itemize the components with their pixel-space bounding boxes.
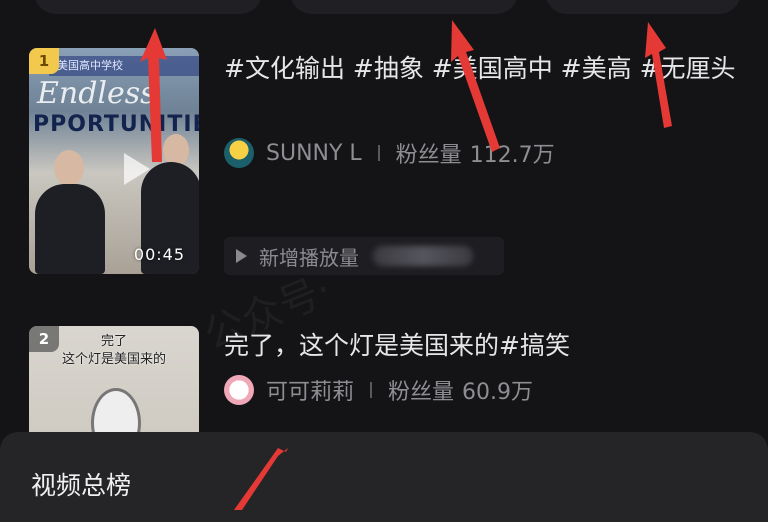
video-title[interactable]: 完了，这个灯是美国来的#搞笑 [224, 327, 744, 365]
thumb-banner: 美国高中学校 [49, 56, 199, 76]
fans-label: 粉丝量 [388, 380, 455, 405]
rank-badge: 2 [29, 326, 59, 352]
sheet-title: 视频总榜 [31, 471, 132, 500]
avatar [224, 375, 254, 405]
person-head [54, 150, 84, 186]
top-tab-pill-1[interactable] [34, 0, 262, 14]
author-row[interactable]: 可可莉莉 粉丝量 60.9万 [224, 374, 533, 406]
rank-badge: 1 [29, 48, 59, 74]
fans-label: 粉丝量 [395, 143, 462, 168]
top-tab-pill-2[interactable] [290, 0, 518, 14]
play-icon [236, 249, 247, 263]
avatar [224, 138, 254, 168]
playcount-row: 新增播放量 [224, 237, 504, 275]
top-tab-pill-3[interactable] [545, 0, 741, 14]
video-thumbnail[interactable]: 美国高中学校 Endless PPORTUNITIE 00:45 1 [29, 48, 199, 274]
thumb-text: Endless [37, 76, 156, 111]
blurred-value [373, 246, 473, 266]
author-name: 可可莉莉 [266, 380, 355, 405]
divider [377, 145, 380, 161]
fans-count: 60.9万 [462, 380, 534, 405]
author-name: SUNNY L [266, 140, 362, 166]
author-row[interactable]: SUNNY L 粉丝量 112.7万 [224, 137, 555, 169]
play-icon [124, 153, 150, 185]
person-figure [35, 184, 105, 274]
video-title[interactable]: #文化输出 #抽象 #美国高中 #美高 #无厘头 [224, 50, 744, 88]
fans-count: 112.7万 [469, 143, 555, 168]
bottom-sheet[interactable]: 视频总榜 [0, 432, 768, 522]
divider [370, 382, 373, 398]
video-duration: 00:45 [133, 245, 185, 264]
